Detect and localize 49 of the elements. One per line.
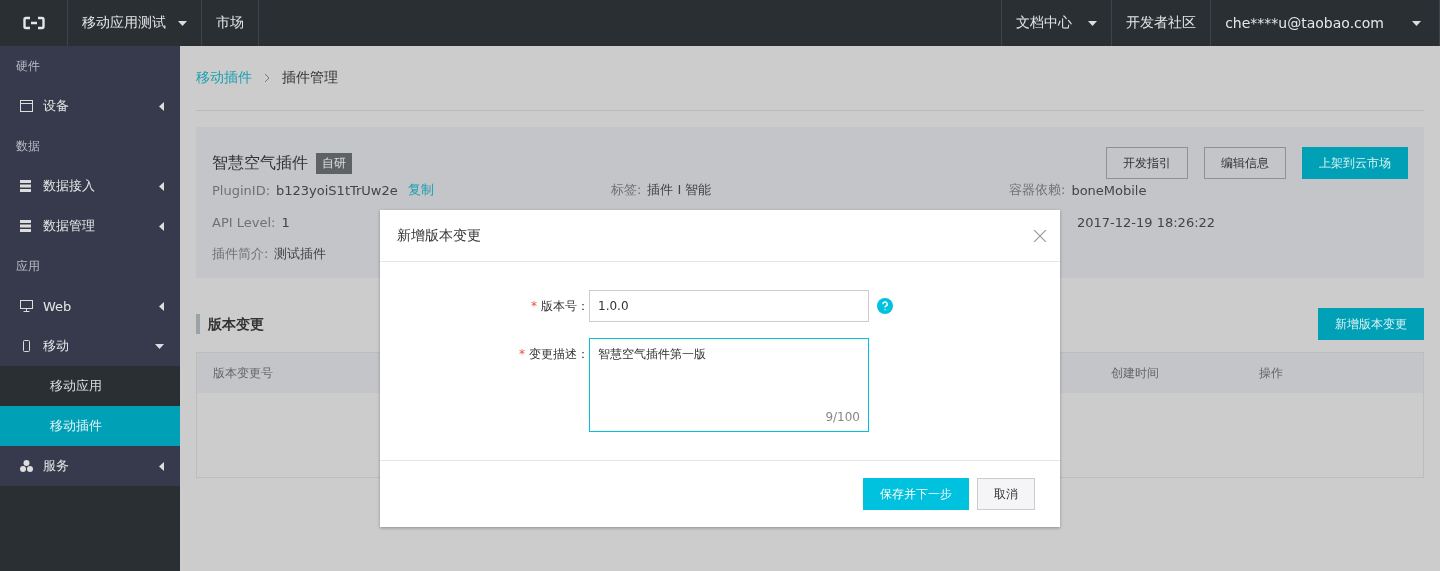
close-icon[interactable] xyxy=(1034,229,1046,242)
cluster-icon xyxy=(20,460,33,472)
sidebar-item[interactable]: 数据管理 xyxy=(0,206,180,246)
required-mark: * xyxy=(531,299,537,313)
field-value: b123yoiS1tTrUw2e xyxy=(276,182,398,198)
chevron-icon xyxy=(264,73,270,83)
form-label: 变更描述： xyxy=(529,347,589,361)
field-value: boneMobile xyxy=(1071,182,1147,198)
column-header: 创建时间 xyxy=(1111,364,1160,382)
required-mark: * xyxy=(519,347,525,361)
sidebar-item[interactable]: 服务 xyxy=(0,446,180,486)
action-button[interactable]: 开发指引 xyxy=(1106,147,1188,179)
help-icon[interactable] xyxy=(877,298,893,314)
monitor-icon xyxy=(20,300,33,312)
field-value: 2017-12-19 18:26:22 xyxy=(1077,214,1216,230)
char-counter: 9/100 xyxy=(825,410,860,424)
column-header: 版本变更号 xyxy=(213,364,274,382)
sidebar-item[interactable]: Web xyxy=(0,286,180,326)
section-title: 版本变更 xyxy=(196,314,264,334)
database-icon xyxy=(20,220,33,232)
plugin-name: 智慧空气插件 xyxy=(212,152,308,174)
sidebar-group-title: 应用 xyxy=(15,257,41,275)
field-label: 标签: xyxy=(611,181,642,199)
action-button[interactable]: 编辑信息 xyxy=(1204,147,1286,179)
input-field[interactable]: 1.0.0 xyxy=(589,290,869,322)
plugin-badge: 自研 xyxy=(316,152,352,174)
field-label: PluginID: xyxy=(212,182,271,198)
field-label: API Level: xyxy=(212,214,276,230)
field-label: 插件简介: xyxy=(212,245,269,263)
sidebar-group-title: 数据 xyxy=(15,137,41,155)
field-label: 容器依赖: xyxy=(1009,181,1066,199)
form-label: 版本号： xyxy=(541,299,589,313)
logo-icon[interactable] xyxy=(22,16,45,30)
description-field[interactable]: 智慧空气插件第一版 9/100 xyxy=(589,338,869,432)
sidebar-item[interactable]: 数据接入 xyxy=(0,166,180,206)
column-header: 操作 xyxy=(1259,364,1284,382)
phone-icon xyxy=(20,340,33,352)
field-value: 1 xyxy=(281,214,290,230)
field-value: 插件 I 智能 xyxy=(647,181,712,199)
sidebar-group-title: 硬件 xyxy=(15,57,41,75)
breadcrumb-current: 插件管理 xyxy=(282,69,338,87)
dialog-title: 新增版本变更 xyxy=(397,226,481,245)
sidebar-subitem[interactable]: 移动应用 xyxy=(0,366,180,406)
database-icon xyxy=(20,180,33,192)
dialog-button[interactable]: 取消 xyxy=(977,478,1035,510)
sidebar-item[interactable]: 设备 xyxy=(0,86,180,126)
sidebar-item[interactable]: 移动 xyxy=(0,326,180,366)
window-icon xyxy=(20,100,33,112)
field-value: 测试插件 xyxy=(274,245,327,263)
